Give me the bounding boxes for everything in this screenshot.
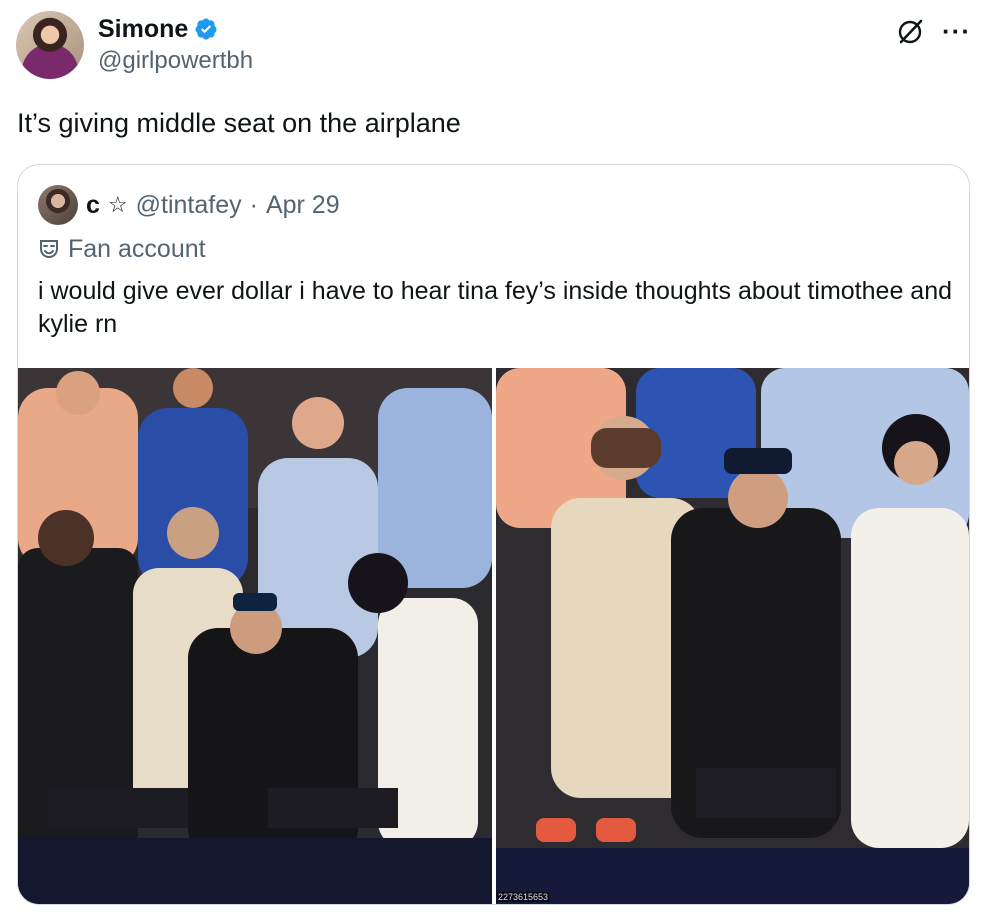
quoted-author-handle[interactable]: @tintafey xyxy=(136,189,242,221)
verified-badge-icon xyxy=(195,18,217,40)
quoted-author-name[interactable]: c xyxy=(86,189,100,221)
more-options-icon[interactable]: ··· xyxy=(942,18,971,44)
account-label: Fan account xyxy=(38,233,206,265)
author-avatar[interactable] xyxy=(16,11,84,79)
grok-icon[interactable] xyxy=(894,16,926,48)
author-name[interactable]: Simone xyxy=(98,14,188,44)
quoted-date[interactable]: Apr 29 xyxy=(266,189,340,221)
quoted-author-avatar[interactable] xyxy=(38,185,78,225)
photo-id-label: 2273615653 xyxy=(496,892,551,902)
photo-right-illustration xyxy=(496,368,969,904)
separator-dot: · xyxy=(249,191,258,219)
tweet-text: It’s giving middle seat on the airplane xyxy=(17,108,461,138)
quoted-header: c ☆ @tintafey · Apr 29 xyxy=(86,189,340,221)
quoted-text: i would give ever dollar i have to hear … xyxy=(38,277,953,338)
mask-icon xyxy=(40,240,58,259)
star-icon: ☆ xyxy=(107,192,128,217)
photo-courtside-right[interactable]: 2273615653 xyxy=(496,368,969,904)
account-label-text: Fan account xyxy=(68,235,206,263)
tweet-author: Simone @girlpowertbh xyxy=(98,14,253,76)
photo-courtside-left[interactable] xyxy=(18,368,492,904)
quoted-tweet[interactable]: c ☆ @tintafey · Apr 29 Fan account i wou… xyxy=(17,164,970,905)
author-handle[interactable]: @girlpowertbh xyxy=(98,46,253,76)
photo-left-illustration xyxy=(18,368,492,904)
